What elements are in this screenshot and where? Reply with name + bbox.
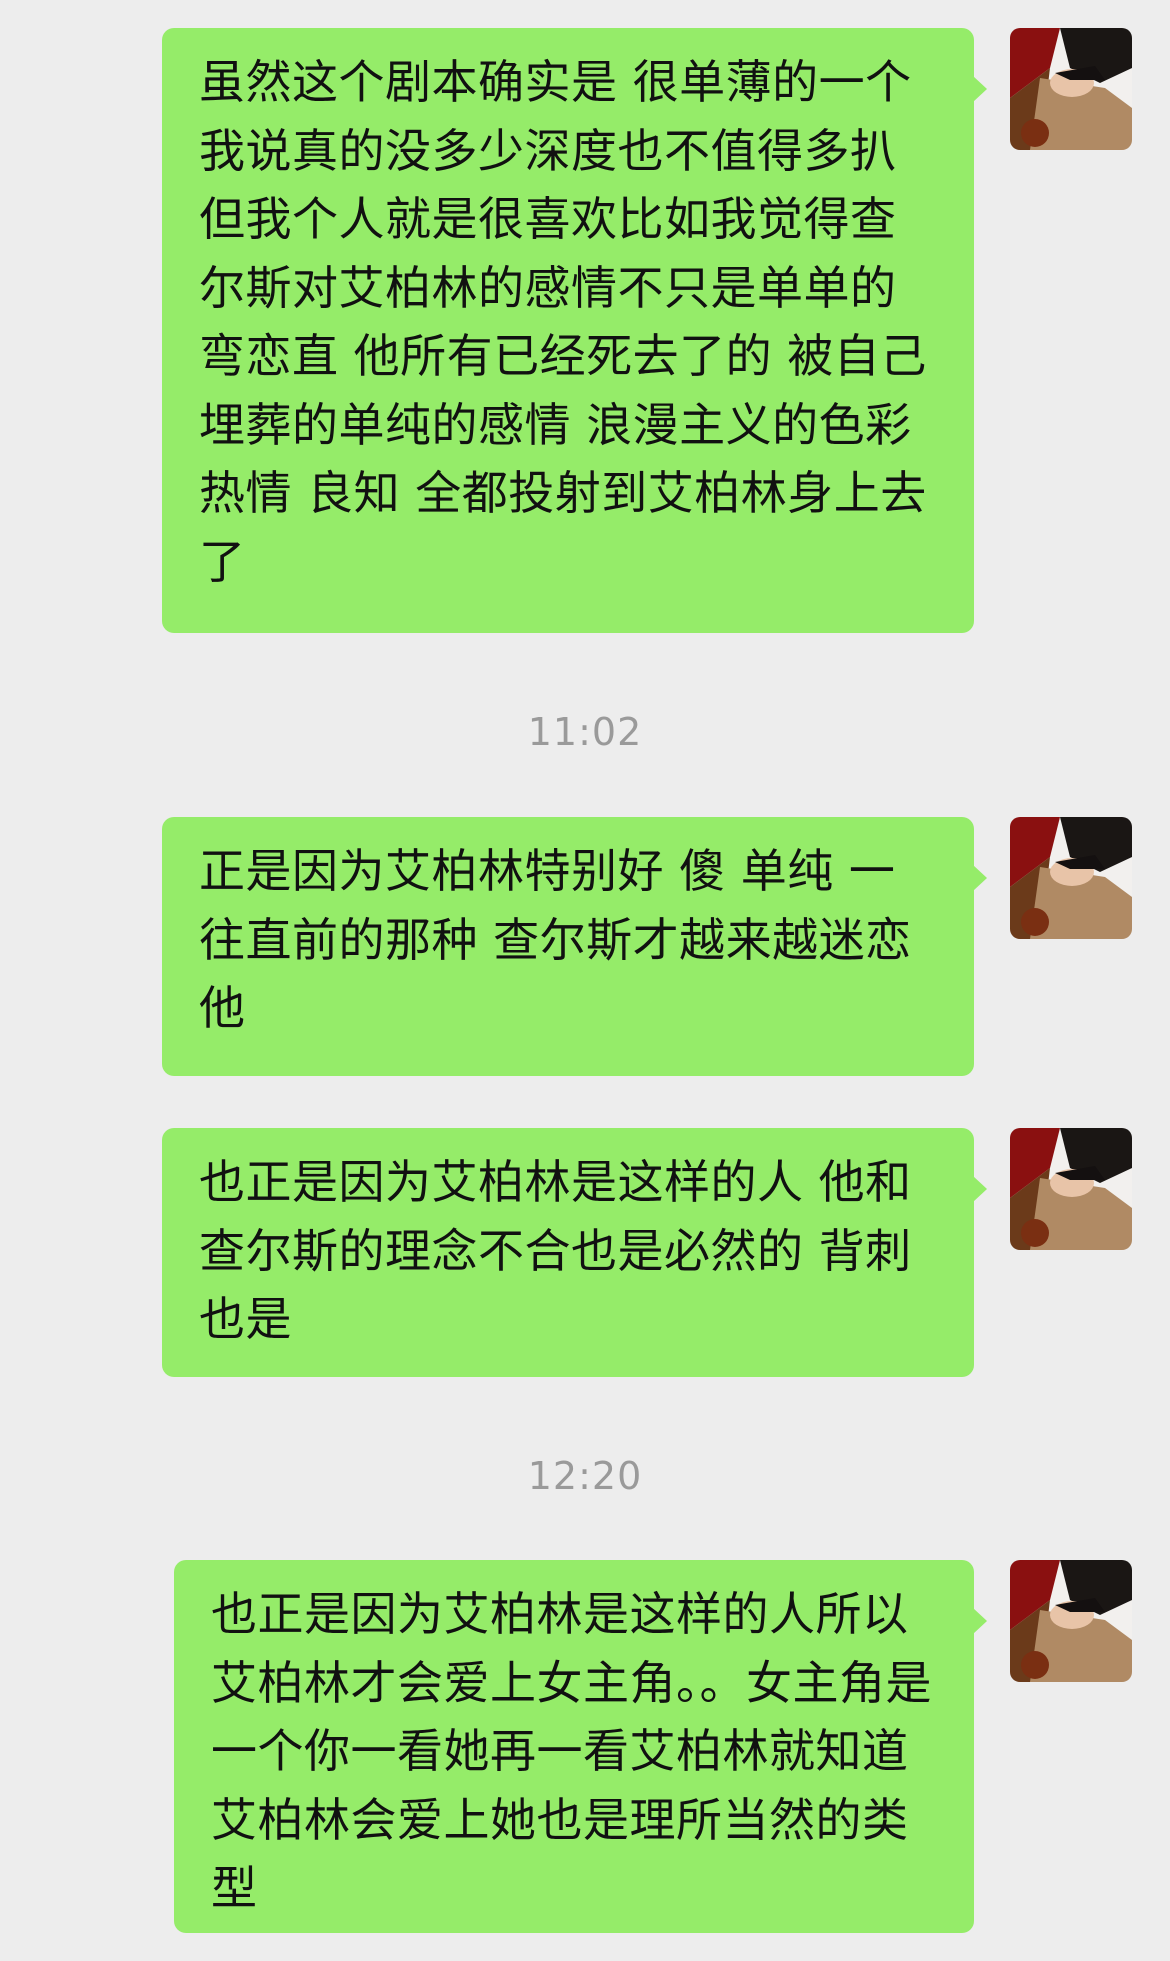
message-bubble[interactable]: 正是因为艾柏林特别好 傻 单纯 一往直前的那种 查尔斯才越来越迷恋他 xyxy=(162,817,987,1076)
message-bubble[interactable]: 虽然这个剧本确实是 很单薄的一个 我说真的没多少深度也不值得多扒 但我个人就是很… xyxy=(162,28,987,633)
user-avatar[interactable] xyxy=(1010,817,1132,939)
user-avatar[interactable] xyxy=(1010,1560,1132,1682)
message-bubble[interactable]: 也正是因为艾柏林是这样的人 他和查尔斯的理念不合也是必然的 背刺也是 xyxy=(162,1128,987,1377)
message-bubble[interactable]: 也正是因为艾柏林是这样的人所以艾柏林才会爱上女主角。。女主角是一个你一看她再一看… xyxy=(174,1560,987,1933)
avatar-photo-icon xyxy=(1010,28,1132,150)
timestamp: 11:02 xyxy=(527,710,643,754)
avatar-photo-icon xyxy=(1010,1128,1132,1250)
chat-view: 虽然这个剧本确实是 很单薄的一个 我说真的没多少深度也不值得多扒 但我个人就是很… xyxy=(0,0,1170,1961)
user-avatar[interactable] xyxy=(1010,1128,1132,1250)
avatar-photo-icon xyxy=(1010,1560,1132,1682)
timestamp: 12:20 xyxy=(527,1454,643,1498)
avatar-photo-icon xyxy=(1010,817,1132,939)
user-avatar[interactable] xyxy=(1010,28,1132,150)
